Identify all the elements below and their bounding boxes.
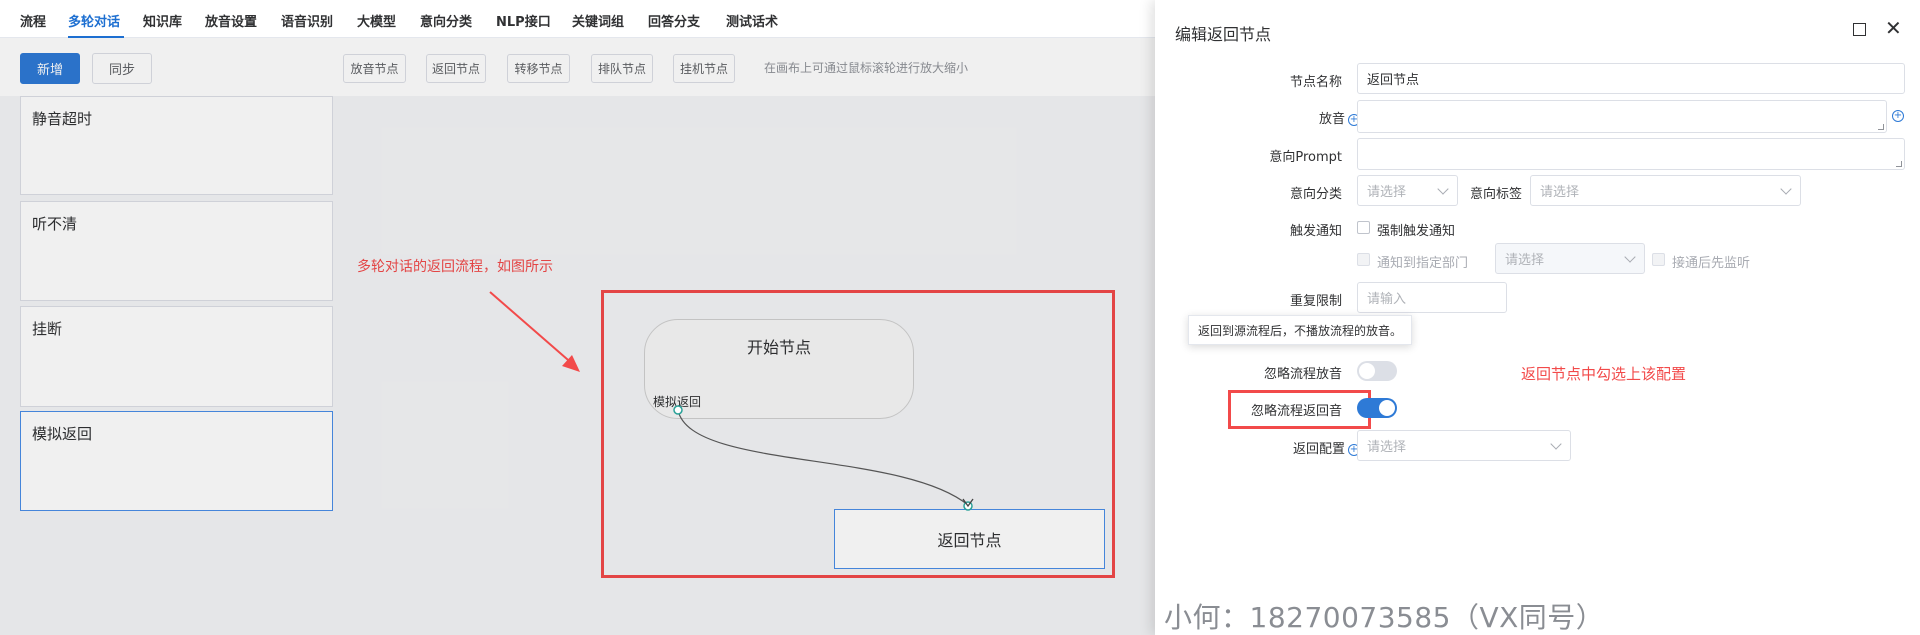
tab-nlp-api[interactable]: NLP接口: [496, 11, 551, 30]
tab-answer-branch[interactable]: 回答分支: [648, 11, 700, 30]
sync-button[interactable]: 同步: [92, 53, 152, 84]
chevron-down-icon: [1624, 251, 1636, 263]
playback-label-text: 放音: [1318, 112, 1345, 127]
list-item[interactable]: 静音超时: [20, 96, 333, 195]
return-node[interactable]: 返回节点: [834, 509, 1105, 569]
intent-tag-select[interactable]: 请选择: [1530, 175, 1801, 206]
intent-tag-placeholder: 请选择: [1540, 185, 1580, 200]
return-node-button[interactable]: 返回节点: [426, 54, 486, 83]
tab-playback-settings[interactable]: 放音设置: [205, 11, 257, 30]
list-item[interactable]: 挂断: [20, 306, 333, 407]
node-name-input[interactable]: 返回节点: [1357, 63, 1905, 94]
add-button[interactable]: 新增: [20, 53, 80, 84]
start-node-title: 开始节点: [746, 338, 811, 357]
playback-node-button[interactable]: 放音节点: [343, 54, 406, 83]
repeat-limit-placeholder: 请输入: [1367, 292, 1407, 307]
repeat-limit-label: 重复限制: [1289, 294, 1342, 309]
help-tooltip: 返回到源流程后，不播放流程的放音。: [1188, 315, 1413, 345]
return-config-label-text: 返回配置: [1292, 442, 1345, 457]
tab-large-model[interactable]: 大模型: [357, 11, 396, 30]
return-config-select[interactable]: 请选择: [1357, 430, 1571, 461]
tab-knowledge-base[interactable]: 知识库: [143, 11, 182, 30]
tab-keyword-groups[interactable]: 关键词组: [572, 11, 624, 30]
intent-category-placeholder: 请选择: [1367, 185, 1407, 200]
chevron-down-icon: [1437, 183, 1449, 195]
force-trigger-text: 强制触发通知: [1377, 224, 1456, 239]
chevron-down-icon: [1780, 183, 1792, 195]
ignore-flow-playback-switch[interactable]: [1357, 361, 1397, 381]
list-item-selected[interactable]: 模拟返回: [20, 411, 333, 511]
hangup-node-button[interactable]: 挂机节点: [673, 54, 735, 83]
chevron-down-icon: [1550, 438, 1562, 450]
list-item-label: 听不清: [32, 215, 78, 233]
return-config-placeholder: 请选择: [1367, 440, 1407, 455]
ignore-flow-playback-label: 忽略流程放音: [1263, 367, 1342, 382]
contact-watermark: 小何：18270073585（VX同号）: [1164, 601, 1605, 634]
playback-label: 放音 +: [1270, 108, 1360, 127]
start-node-port-label: 模拟返回: [653, 395, 702, 409]
tooltip-text: 返回到源流程后，不播放流程的放音。: [1198, 323, 1403, 338]
node-name-value: 返回节点: [1367, 73, 1420, 88]
start-node[interactable]: 开始节点 模拟返回: [644, 319, 914, 419]
list-item-label: 静音超时: [32, 110, 93, 128]
tab-speech-recognition[interactable]: 语音识别: [281, 11, 333, 30]
queue-node-button[interactable]: 排队节点: [591, 54, 653, 83]
notify-dept-checkbox[interactable]: [1357, 253, 1370, 266]
list-item-label: 挂断: [32, 320, 63, 338]
switch-knob: [1359, 363, 1375, 379]
intent-tag-label: 意向标签: [1469, 187, 1522, 202]
notify-dept-placeholder: 请选择: [1505, 253, 1545, 268]
close-icon[interactable]: ✕: [1885, 18, 1902, 38]
plus-circle-icon[interactable]: +: [1892, 110, 1904, 122]
intent-prompt-textarea[interactable]: [1357, 138, 1905, 170]
intent-category-select[interactable]: 请选择: [1357, 175, 1458, 206]
node-name-label: 节点名称: [1289, 75, 1342, 90]
playback-textarea[interactable]: [1357, 100, 1887, 133]
ignore-flow-return-audio-switch[interactable]: [1357, 398, 1397, 418]
canvas-annotation: 多轮对话的返回流程，如图所示: [357, 259, 553, 275]
trigger-notify-label: 触发通知: [1289, 224, 1342, 239]
resize-handle-icon[interactable]: [1896, 161, 1902, 167]
intent-category-label: 意向分类: [1289, 187, 1342, 202]
notify-dept-select[interactable]: 请选择: [1495, 243, 1645, 274]
force-trigger-checkbox[interactable]: [1357, 221, 1370, 234]
repeat-limit-input[interactable]: 请输入: [1357, 282, 1507, 313]
tab-test-script[interactable]: 测试话术: [726, 11, 778, 30]
tab-multi-turn[interactable]: 多轮对话: [68, 11, 120, 30]
intent-prompt-label: 意向Prompt: [1269, 150, 1342, 165]
tab-intent-classification[interactable]: 意向分类: [420, 11, 472, 30]
notify-dept-text: 通知到指定部门: [1377, 256, 1469, 271]
resize-handle-icon[interactable]: [1878, 124, 1884, 130]
maximize-icon[interactable]: [1853, 23, 1866, 36]
return-node-title: 返回节点: [937, 531, 1002, 550]
drawer-title: 编辑返回节点: [1175, 25, 1272, 44]
list-item[interactable]: 听不清: [20, 201, 333, 301]
tab-flow[interactable]: 流程: [20, 11, 46, 30]
return-config-label: 返回配置 +: [1260, 438, 1360, 457]
transfer-node-button[interactable]: 转移节点: [507, 54, 570, 83]
list-item-label: 模拟返回: [32, 425, 93, 443]
monitor-first-checkbox[interactable]: [1652, 253, 1665, 266]
switch-knob: [1379, 400, 1395, 416]
ignore-flow-return-audio-label: 忽略流程返回音: [1250, 404, 1342, 419]
zoom-hint: 在画布上可通过鼠标滚轮进行放大缩小: [764, 61, 969, 75]
config-annotation: 返回节点中勾选上该配置: [1521, 365, 1687, 383]
monitor-first-text: 接通后先监听: [1672, 256, 1751, 271]
